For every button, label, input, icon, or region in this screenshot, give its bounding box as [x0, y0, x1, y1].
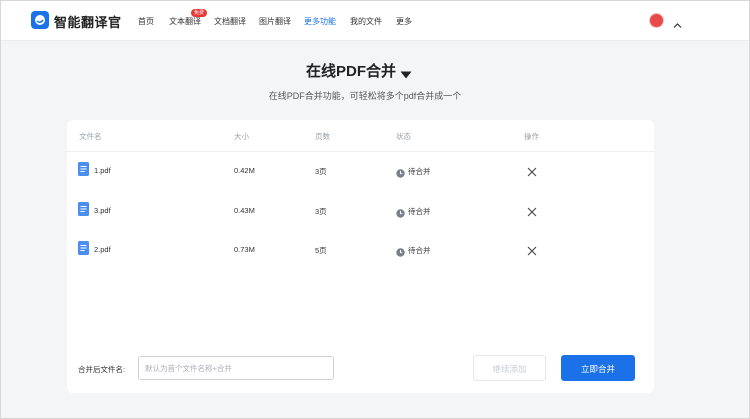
file-status: 待合并 [408, 246, 431, 255]
nav-more-features[interactable]: 更多功能 [304, 16, 336, 27]
clock-icon [396, 165, 405, 183]
file-name: 3.pdf [94, 206, 111, 215]
user-avatar[interactable] [649, 13, 664, 28]
merged-filename-input[interactable] [138, 356, 334, 380]
document-icon [78, 162, 89, 181]
clock-icon [396, 244, 405, 262]
nav-image-translate[interactable]: 图片翻译 [259, 16, 291, 27]
column-header-pages: 页数 [315, 132, 330, 141]
continue-add-button[interactable]: 继续添加 [473, 355, 546, 381]
file-name: 1.pdf [94, 166, 111, 175]
nav-more[interactable]: 更多 [396, 16, 412, 27]
table-divider [67, 151, 654, 152]
page-subtitle: 在线PDF合并功能，可轻松将多个pdf合并成一个 [268, 91, 462, 101]
free-badge: 免费 [191, 9, 208, 17]
nav-text-translate[interactable]: 文本翻译 [169, 16, 201, 27]
file-size: 0.73M [234, 245, 255, 254]
file-pages: 5页 [315, 246, 327, 255]
close-icon[interactable] [527, 243, 537, 261]
document-icon [78, 241, 89, 260]
merged-filename-label: 合并后文件名: [78, 365, 126, 374]
nav-home[interactable]: 首页 [138, 16, 154, 27]
column-header-name: 文件名 [79, 132, 102, 141]
file-pages: 3页 [315, 207, 327, 216]
merge-now-button[interactable]: 立即合并 [561, 355, 635, 381]
nav-doc-translate[interactable]: 文档翻译 [214, 16, 246, 27]
file-pages: 3页 [315, 167, 327, 176]
column-header-size: 大小 [234, 132, 249, 141]
file-status: 待合并 [408, 207, 431, 216]
close-icon[interactable] [527, 164, 537, 182]
file-size: 0.42M [234, 166, 255, 175]
column-header-status: 状态 [396, 132, 411, 141]
file-name: 2.pdf [94, 245, 111, 254]
translator-logo-icon[interactable] [31, 11, 49, 29]
brand-name[interactable]: 智能翻译官 [54, 12, 122, 31]
table-row: 2.pdf 0.73M 5页 待合并 [67, 239, 654, 259]
nav-my-files[interactable]: 我的文件 [350, 16, 382, 27]
column-header-actions: 操作 [524, 132, 539, 141]
clock-icon [396, 205, 405, 223]
chevron-up-icon[interactable] [673, 16, 682, 34]
caret-down-icon[interactable] [400, 66, 412, 84]
document-icon [78, 202, 89, 221]
page-title: 在线PDF合并 [306, 63, 397, 80]
table-row: 1.pdf 0.42M 3页 待合并 [67, 160, 654, 180]
top-navbar: 智能翻译官 首页 文本翻译 免费 文档翻译 图片翻译 更多功能 我的文件 更多 [1, 1, 749, 41]
file-status: 待合并 [408, 167, 431, 176]
table-row: 3.pdf 0.43M 3页 待合并 [67, 200, 654, 220]
file-size: 0.43M [234, 206, 255, 215]
close-icon[interactable] [527, 204, 537, 222]
